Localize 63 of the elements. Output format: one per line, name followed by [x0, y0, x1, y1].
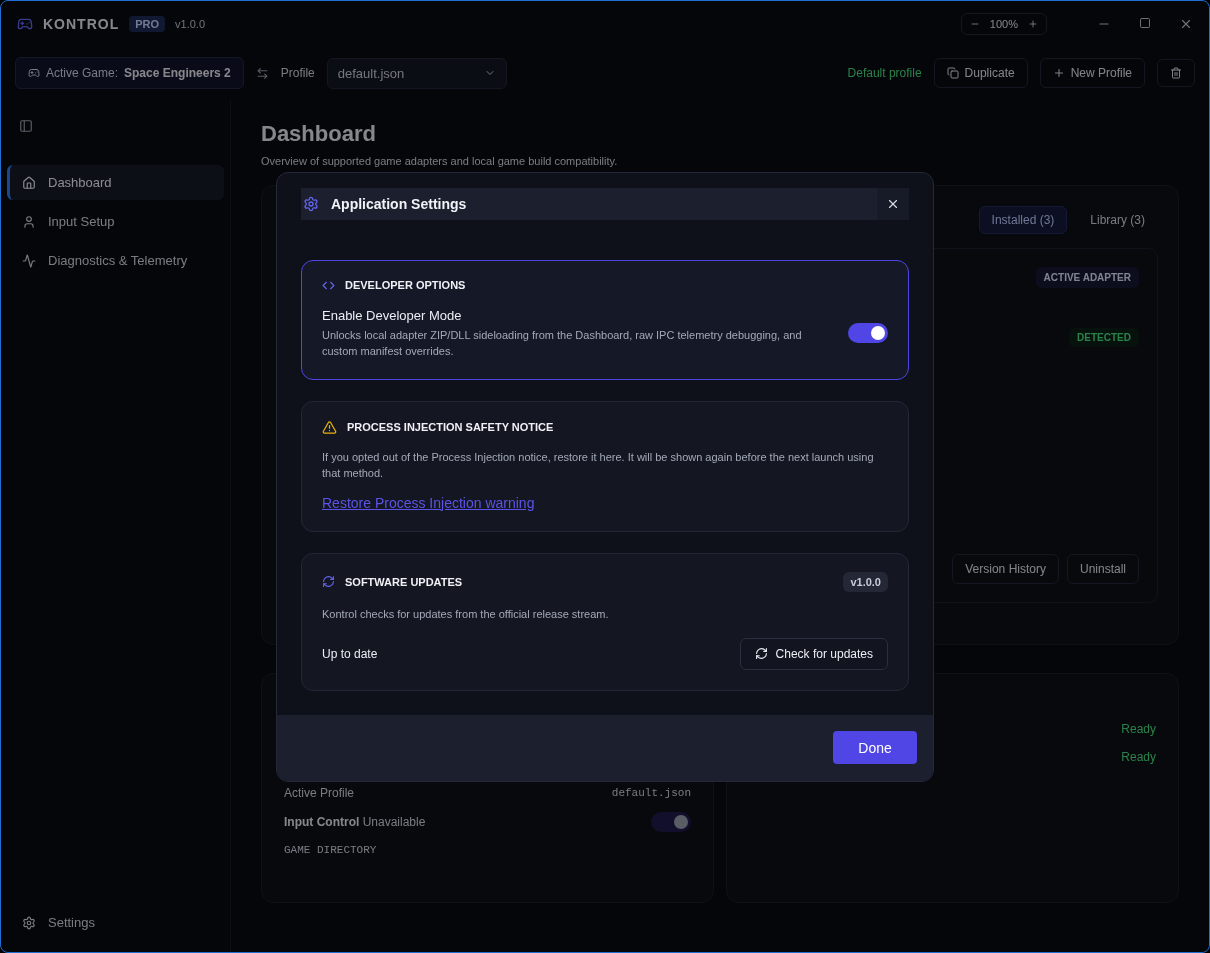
- done-button[interactable]: Done: [833, 731, 917, 764]
- dialog-title: Application Settings: [331, 195, 468, 212]
- panel-icon[interactable]: [19, 119, 33, 133]
- check-updates-button[interactable]: Check for updates: [739, 637, 888, 670]
- pro-badge: PRO: [129, 16, 166, 32]
- directory-label: GAME DIRECTORY: [284, 844, 378, 856]
- delete-button[interactable]: [1157, 59, 1195, 87]
- section-title: DEVELOPER OPTIONS: [345, 279, 466, 291]
- setting-label: Enable Developer Mode: [322, 307, 463, 323]
- close-button[interactable]: [877, 187, 909, 220]
- version-badge: v1.0.0: [843, 571, 888, 592]
- home-icon: [22, 175, 36, 190]
- refresh-icon: [322, 575, 335, 588]
- restore-warning-link[interactable]: Restore Process Injection warning: [322, 494, 535, 511]
- zoom-control[interactable]: 100%: [960, 13, 1047, 35]
- app-name: KONTROL: [43, 16, 120, 32]
- active-game-chip[interactable]: Active Game: Space Engineers 2: [15, 57, 244, 89]
- section-title: PROCESS INJECTION SAFETY NOTICE: [347, 421, 554, 433]
- tab[interactable]: Library (3): [1077, 206, 1158, 234]
- sidebar-item[interactable]: Dashboard: [7, 165, 224, 200]
- settings-icon: [303, 195, 319, 212]
- updates-description: Kontrol checks for updates from the official release stream.: [322, 606, 610, 622]
- copy-icon: [946, 67, 959, 79]
- ready-status: Ready: [1121, 750, 1156, 764]
- input-control-label: Input Control Unavailable: [284, 815, 426, 829]
- active-profile-label: Active Profile: [284, 786, 355, 800]
- adapter-button[interactable]: Uninstall: [1066, 554, 1139, 584]
- gamepad-icon: [17, 16, 33, 32]
- close-icon[interactable]: [1179, 17, 1193, 31]
- profile-label: Profile: [280, 66, 315, 80]
- gamepad-icon: [28, 67, 40, 79]
- settings-item[interactable]: Settings: [7, 905, 224, 940]
- person-icon: [22, 214, 36, 229]
- tab[interactable]: Installed (3): [978, 206, 1068, 234]
- notice-description: If you opted out of the Process Injection notice, restore it here. It will be shown again before the next launch using that method.: [322, 449, 875, 481]
- profile-status: Default profile: [847, 66, 922, 80]
- refresh-icon: [754, 647, 768, 660]
- detected-badge: DETECTED: [1069, 328, 1139, 347]
- active-adapter-badge: ACTIVE ADAPTER: [1035, 267, 1139, 288]
- developer-mode-toggle[interactable]: [848, 323, 888, 343]
- ready-status: Ready: [1121, 722, 1156, 736]
- section-title: SOFTWARE UPDATES: [345, 575, 463, 588]
- toolbar-button[interactable]: New Profile: [1039, 58, 1145, 88]
- plus-icon[interactable]: [1028, 19, 1038, 29]
- input-control-toggle[interactable]: [651, 812, 691, 832]
- active-profile-value: default.json: [611, 787, 691, 799]
- pulse-icon: [22, 253, 36, 268]
- update-status: Up to date: [322, 646, 378, 661]
- warning-icon: [322, 419, 337, 435]
- swap-icon: [255, 66, 269, 80]
- adapter-button[interactable]: Version History: [952, 554, 1059, 584]
- page-title: Dashboard: [261, 121, 377, 147]
- sidebar-item[interactable]: Input Setup: [7, 204, 224, 239]
- trash-icon: [1170, 67, 1182, 79]
- app-version: v1.0.0: [175, 18, 206, 30]
- plus-icon: [1052, 67, 1065, 79]
- maximize-icon[interactable]: [1139, 17, 1151, 29]
- profile-select[interactable]: default.json: [326, 57, 507, 89]
- sidebar-item[interactable]: Diagnostics & Telemetry: [7, 243, 224, 278]
- settings-icon: [22, 915, 36, 930]
- page-subtitle: Overview of supported game adapters and local game build compatibility.: [261, 155, 619, 167]
- setting-description: Unlocks local adapter ZIP/DLL sideloading from the Dashboard, raw IPC telemetry debugging, and custom manifest overrides.: [322, 327, 803, 359]
- toolbar-button[interactable]: Duplicate: [933, 58, 1028, 88]
